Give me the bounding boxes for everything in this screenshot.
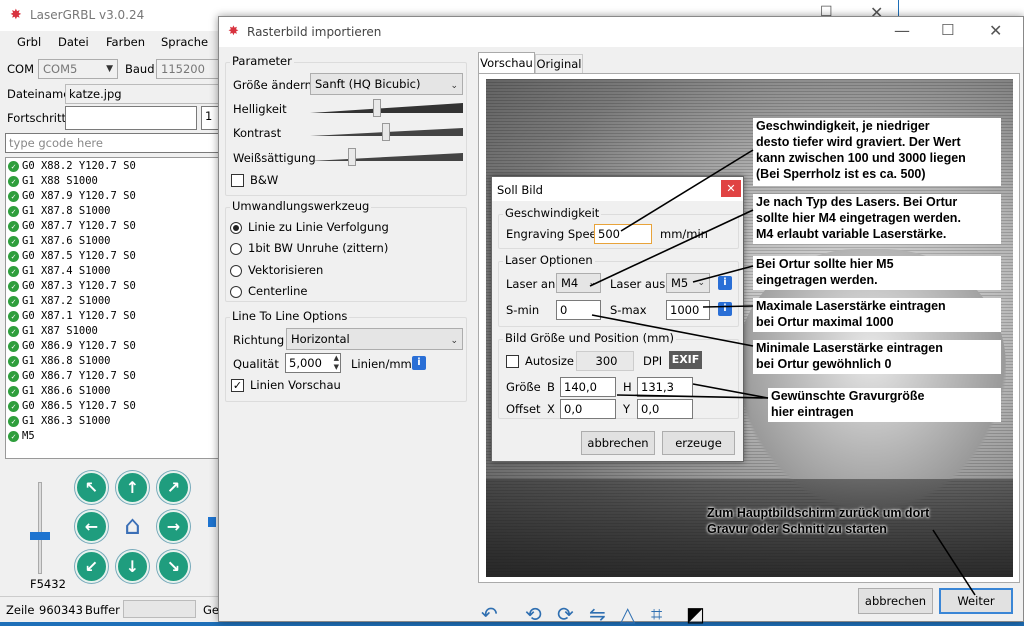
annotation-arrows bbox=[589, 149, 976, 596]
